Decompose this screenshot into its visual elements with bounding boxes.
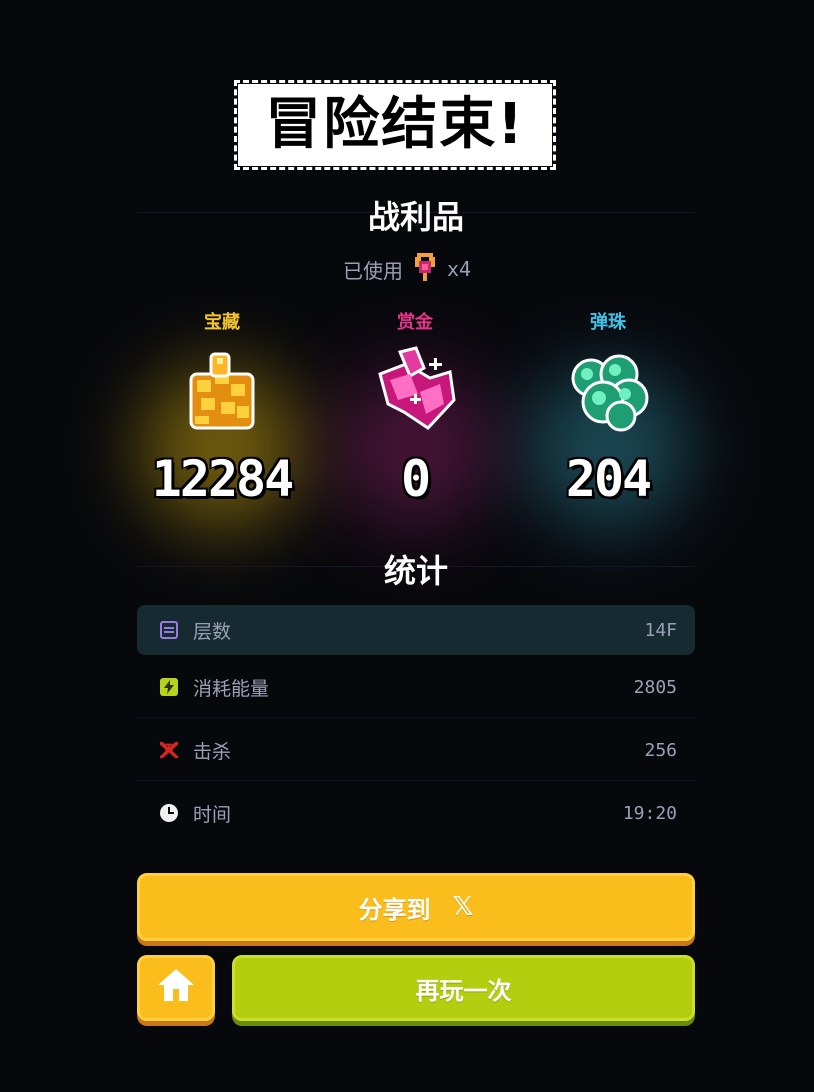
x-logo-icon: 𝕏 <box>452 892 474 922</box>
loot-section-title: 战利品 <box>367 198 464 236</box>
stat-row-energy: 消耗能量 2805 <box>137 662 695 712</box>
clock-icon <box>159 803 179 823</box>
play-again-label: 再玩一次 <box>415 976 512 1005</box>
stat-value: 2805 <box>633 676 677 698</box>
loot-marbles-label: 弹珠 <box>590 312 626 333</box>
skull-crossbones-icon <box>159 740 179 760</box>
stat-label: 消耗能量 <box>193 677 270 700</box>
used-count: x4 <box>446 257 472 281</box>
loot-bounty-value: 0 <box>400 450 431 508</box>
used-label: 已使用 <box>342 258 403 283</box>
row-separator <box>137 780 695 781</box>
gold-coins-icon <box>177 344 267 434</box>
stat-row-time: 时间 19:20 <box>137 788 695 838</box>
home-button[interactable] <box>137 955 215 1021</box>
row-separator <box>137 717 695 718</box>
loot-marbles: 弹珠 204 <box>508 308 708 528</box>
energy-icon <box>159 677 179 697</box>
stat-label: 时间 <box>193 803 232 826</box>
pink-gem-icon <box>370 344 460 434</box>
green-orbs-icon <box>563 344 653 434</box>
stat-value: 14F <box>644 619 677 641</box>
stat-value: 19:20 <box>622 802 677 824</box>
used-item-indicator: 已使用 x4 <box>300 251 514 288</box>
stat-label: 层数 <box>193 620 232 643</box>
loot-treasure: 宝藏 12284 <box>122 308 322 528</box>
loot-treasure-label: 宝藏 <box>204 312 240 333</box>
loot-bounty: 赏金 0 <box>315 308 515 528</box>
stat-row-kills: 击杀 256 <box>137 725 695 775</box>
home-icon <box>156 967 196 1009</box>
game-over-title: 冒险结束! <box>234 80 556 170</box>
loot-marbles-value: 204 <box>565 450 652 508</box>
stats-section-title: 统计 <box>383 552 448 590</box>
share-to-x-button[interactable]: 分享到 𝕏 <box>137 873 695 941</box>
loot-treasure-value: 12284 <box>151 450 295 508</box>
magnet-amulet-icon <box>413 251 437 288</box>
stat-label: 击杀 <box>193 740 232 763</box>
floor-icon <box>159 620 179 640</box>
loot-bounty-label: 赏金 <box>397 312 433 333</box>
share-label: 分享到 <box>358 895 431 924</box>
stat-row-floor: 层数 14F <box>137 605 695 655</box>
stat-value: 256 <box>644 739 677 761</box>
play-again-button[interactable]: 再玩一次 <box>232 955 695 1021</box>
